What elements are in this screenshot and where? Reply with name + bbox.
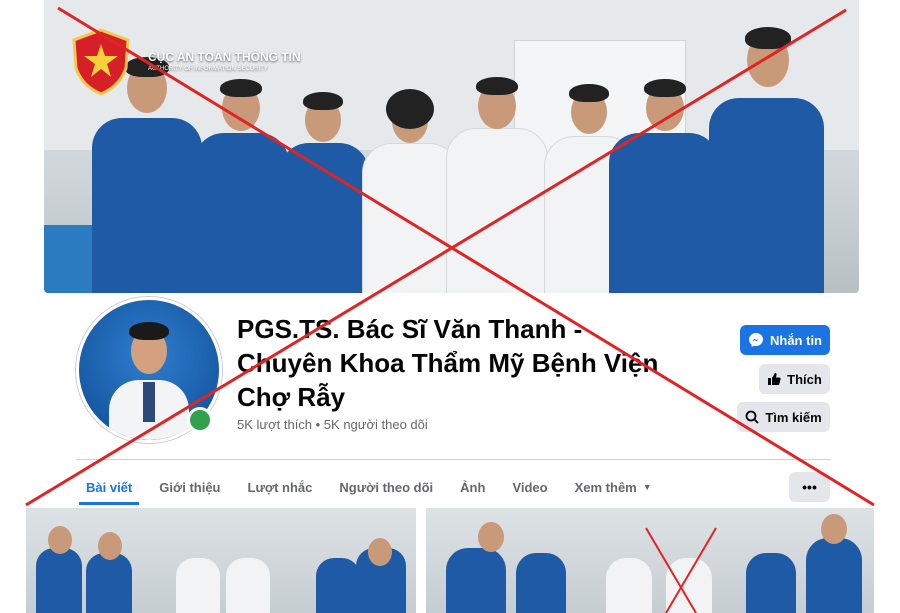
tab-videos[interactable]: Video: [512, 472, 547, 502]
header-divider: [76, 459, 831, 460]
message-label: Nhắn tin: [770, 332, 822, 348]
search-label: Tìm kiếm: [765, 409, 822, 425]
caret-down-icon: ▼: [642, 482, 652, 492]
cover-person: [279, 68, 369, 293]
page-stats: 5K lượt thích • 5K người theo dõi: [237, 417, 428, 432]
like-label: Thích: [787, 371, 822, 387]
org-subtitle: AUTHORITY OF INFORMATION SECURITY: [148, 66, 268, 72]
online-status-dot: [187, 407, 213, 433]
messenger-icon: [749, 333, 763, 347]
tab-more-label: Xem thêm: [574, 479, 637, 495]
search-icon: [745, 410, 759, 424]
tab-posts[interactable]: Bài viết: [86, 472, 132, 502]
page-tabs: Bài viết Giới thiệu Lượt nhắc Người theo…: [86, 472, 679, 502]
tab-photos[interactable]: Ảnh: [460, 472, 485, 502]
post-photo[interactable]: [426, 508, 874, 613]
search-button[interactable]: Tìm kiếm: [737, 402, 830, 432]
active-tab-indicator: [79, 502, 139, 505]
post-photo[interactable]: [26, 508, 416, 613]
tab-more[interactable]: Xem thêm ▼: [575, 472, 652, 502]
tab-about[interactable]: Giới thiệu: [159, 472, 220, 502]
org-name: CỤC AN TOÀN THÔNG TIN: [148, 50, 301, 64]
more-options-button[interactable]: •••: [789, 472, 830, 502]
cover-photo[interactable]: [44, 0, 859, 293]
message-button[interactable]: Nhắn tin: [740, 325, 830, 355]
tab-followers[interactable]: Người theo dõi: [339, 472, 433, 502]
page-title: PGS.TS. Bác Sĩ Văn Thanh - Chuyên Khoa T…: [237, 314, 659, 412]
cover-person: [609, 53, 719, 293]
cover-person: [362, 73, 459, 293]
thumbs-up-icon: [768, 373, 781, 385]
cover-person: [709, 3, 824, 293]
shield-star-icon: [72, 28, 130, 96]
tab-mentions[interactable]: Lượt nhắc: [248, 472, 313, 502]
cover-person: [446, 53, 548, 293]
thumb-cross-mark: [645, 527, 717, 613]
like-button[interactable]: Thích: [759, 364, 830, 394]
cover-person: [194, 53, 289, 293]
